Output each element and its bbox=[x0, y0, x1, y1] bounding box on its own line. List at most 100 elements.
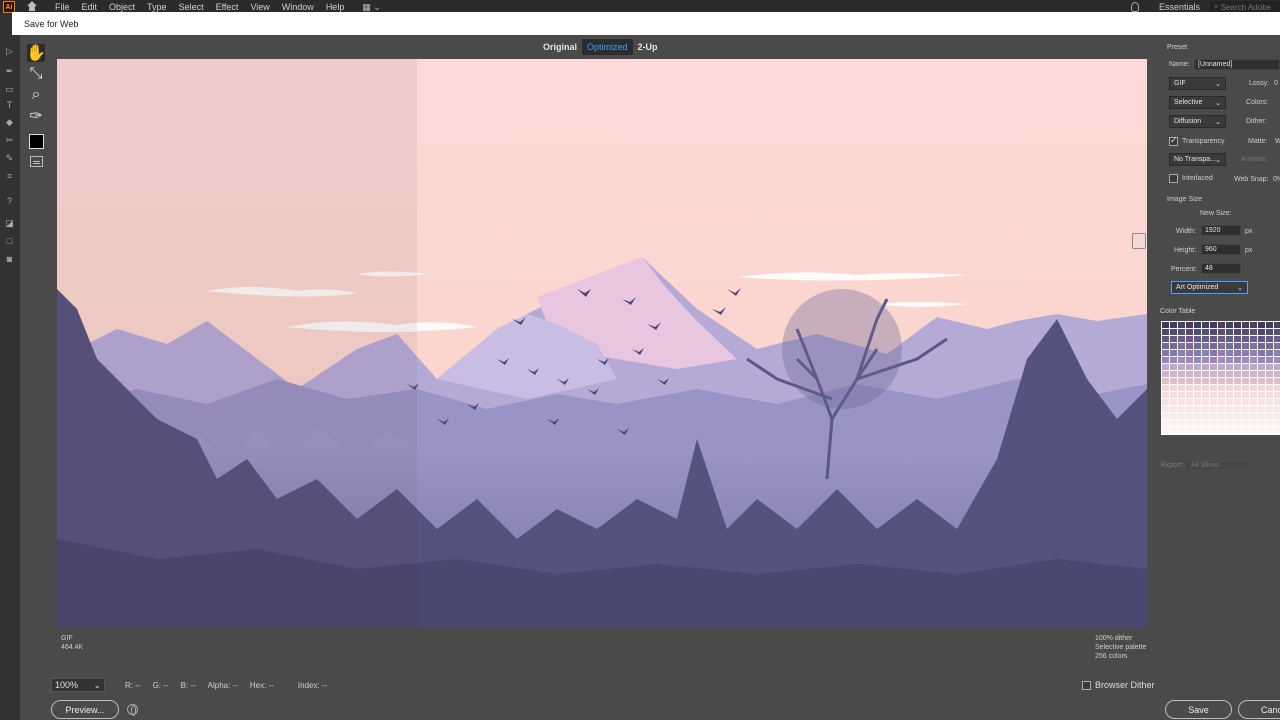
menu-window[interactable]: Window bbox=[282, 2, 314, 12]
color-swatch[interactable] bbox=[1234, 427, 1241, 433]
interlaced-checkbox[interactable] bbox=[1169, 174, 1178, 183]
zoom-icon[interactable]: ⌕ bbox=[27, 86, 45, 104]
color-swatch[interactable] bbox=[1194, 385, 1201, 391]
color-swatch[interactable] bbox=[1162, 343, 1169, 349]
menu-effect[interactable]: Effect bbox=[216, 2, 239, 12]
color-swatch[interactable] bbox=[1234, 364, 1241, 370]
color-swatch[interactable] bbox=[1258, 371, 1265, 377]
color-swatch[interactable] bbox=[1194, 406, 1201, 412]
color-swatch[interactable] bbox=[1250, 413, 1257, 419]
color-swatch[interactable] bbox=[1202, 427, 1209, 433]
color-swatch[interactable] bbox=[1274, 357, 1280, 363]
rectangle-tool-icon[interactable]: ▭ bbox=[4, 84, 15, 95]
color-swatch[interactable] bbox=[1178, 399, 1185, 405]
link-icon[interactable] bbox=[1132, 233, 1146, 249]
color-swatch[interactable] bbox=[1186, 322, 1193, 328]
color-swatch[interactable] bbox=[1170, 392, 1177, 398]
color-swatch[interactable] bbox=[1170, 329, 1177, 335]
menu-edit[interactable]: Edit bbox=[82, 2, 98, 12]
color-swatch[interactable] bbox=[1162, 406, 1169, 412]
color-swatch[interactable] bbox=[1250, 406, 1257, 412]
color-swatch[interactable] bbox=[1210, 364, 1217, 370]
color-swatch[interactable] bbox=[1266, 329, 1273, 335]
color-swatch[interactable] bbox=[1218, 427, 1225, 433]
color-swatch[interactable] bbox=[1274, 336, 1280, 342]
menu-view[interactable]: View bbox=[250, 2, 269, 12]
color-swatch[interactable] bbox=[1202, 343, 1209, 349]
color-swatch[interactable] bbox=[1258, 385, 1265, 391]
transparency-option[interactable]: Transparency bbox=[1169, 135, 1225, 146]
color-swatch[interactable] bbox=[1258, 378, 1265, 384]
hand-icon[interactable]: ✋ bbox=[26, 44, 46, 62]
color-swatch[interactable] bbox=[1226, 322, 1233, 328]
color-swatch[interactable] bbox=[1178, 392, 1185, 398]
color-swatch[interactable] bbox=[1202, 385, 1209, 391]
color-swatch[interactable] bbox=[1250, 364, 1257, 370]
color-swatch[interactable] bbox=[1266, 343, 1273, 349]
menu-file[interactable]: File bbox=[55, 2, 70, 12]
type-tool-icon[interactable]: T bbox=[4, 100, 15, 111]
color-swatch[interactable] bbox=[1274, 399, 1280, 405]
color-swatch[interactable] bbox=[1186, 413, 1193, 419]
color-swatch[interactable] bbox=[1218, 392, 1225, 398]
color-swatch[interactable] bbox=[1250, 322, 1257, 328]
color-swatch[interactable] bbox=[1258, 413, 1265, 419]
color-swatch[interactable] bbox=[1258, 392, 1265, 398]
color-swatch[interactable] bbox=[1170, 357, 1177, 363]
color-swatch[interactable] bbox=[1162, 329, 1169, 335]
color-swatch[interactable] bbox=[1234, 371, 1241, 377]
color-swatch[interactable] bbox=[1186, 336, 1193, 342]
color-swatch[interactable] bbox=[1162, 364, 1169, 370]
color-swatch[interactable] bbox=[1226, 343, 1233, 349]
color-swatch[interactable] bbox=[1186, 392, 1193, 398]
tab-original[interactable]: Original bbox=[538, 39, 582, 55]
height-field[interactable]: 960 bbox=[1201, 244, 1241, 255]
color-swatch[interactable] bbox=[1202, 371, 1209, 377]
zoom-select[interactable]: 100% ⌄ bbox=[51, 678, 105, 692]
color-swatch[interactable] bbox=[1162, 392, 1169, 398]
menu-type[interactable]: Type bbox=[147, 2, 167, 12]
color-swatch[interactable] bbox=[1202, 420, 1209, 426]
color-swatch[interactable] bbox=[1170, 385, 1177, 391]
color-swatch[interactable] bbox=[1250, 343, 1257, 349]
color-swatch[interactable] bbox=[1178, 406, 1185, 412]
color-swatch[interactable] bbox=[1274, 343, 1280, 349]
workspace-essentials[interactable]: Essentials bbox=[1159, 2, 1200, 12]
color-swatch[interactable] bbox=[1186, 329, 1193, 335]
color-swatch[interactable] bbox=[1266, 322, 1273, 328]
color-swatch[interactable] bbox=[1266, 385, 1273, 391]
color-swatch[interactable] bbox=[1162, 350, 1169, 356]
color-swatch[interactable] bbox=[1178, 343, 1185, 349]
color-swatch[interactable] bbox=[1234, 406, 1241, 412]
color-swatch[interactable] bbox=[1242, 392, 1249, 398]
color-swatch[interactable] bbox=[1210, 420, 1217, 426]
color-swatch[interactable] bbox=[1170, 413, 1177, 419]
color-swatch[interactable] bbox=[1234, 322, 1241, 328]
tab-2up[interactable]: 2-Up bbox=[633, 39, 663, 55]
color-swatch[interactable] bbox=[1266, 420, 1273, 426]
color-swatch[interactable] bbox=[1202, 413, 1209, 419]
color-swatch[interactable] bbox=[1218, 385, 1225, 391]
color-swatch[interactable] bbox=[1194, 420, 1201, 426]
color-swatch[interactable] bbox=[1274, 371, 1280, 377]
percent-field[interactable]: 48 bbox=[1201, 263, 1241, 274]
dither-algorithm-select[interactable]: Diffusion ⌄ bbox=[1169, 115, 1226, 128]
color-swatch[interactable] bbox=[1274, 385, 1280, 391]
color-swatch[interactable] bbox=[1226, 420, 1233, 426]
color-swatch[interactable] bbox=[1178, 427, 1185, 433]
color-swatch[interactable] bbox=[1266, 399, 1273, 405]
lossy-value[interactable]: 0 bbox=[1274, 80, 1278, 87]
color-swatch[interactable] bbox=[1210, 399, 1217, 405]
color-swatch[interactable] bbox=[1274, 322, 1280, 328]
color-swatch[interactable] bbox=[1274, 378, 1280, 384]
color-swatch[interactable] bbox=[1274, 420, 1280, 426]
color-swatch[interactable] bbox=[1266, 357, 1273, 363]
color-swatch[interactable] bbox=[1202, 406, 1209, 412]
menu-object[interactable]: Object bbox=[109, 2, 135, 12]
color-swatch[interactable] bbox=[1186, 343, 1193, 349]
color-swatch[interactable] bbox=[1234, 350, 1241, 356]
color-swatch[interactable] bbox=[1218, 329, 1225, 335]
color-swatch[interactable] bbox=[1218, 406, 1225, 412]
browser-dither-option[interactable]: Browser Dither bbox=[1082, 680, 1155, 690]
color-swatch[interactable] bbox=[1162, 385, 1169, 391]
